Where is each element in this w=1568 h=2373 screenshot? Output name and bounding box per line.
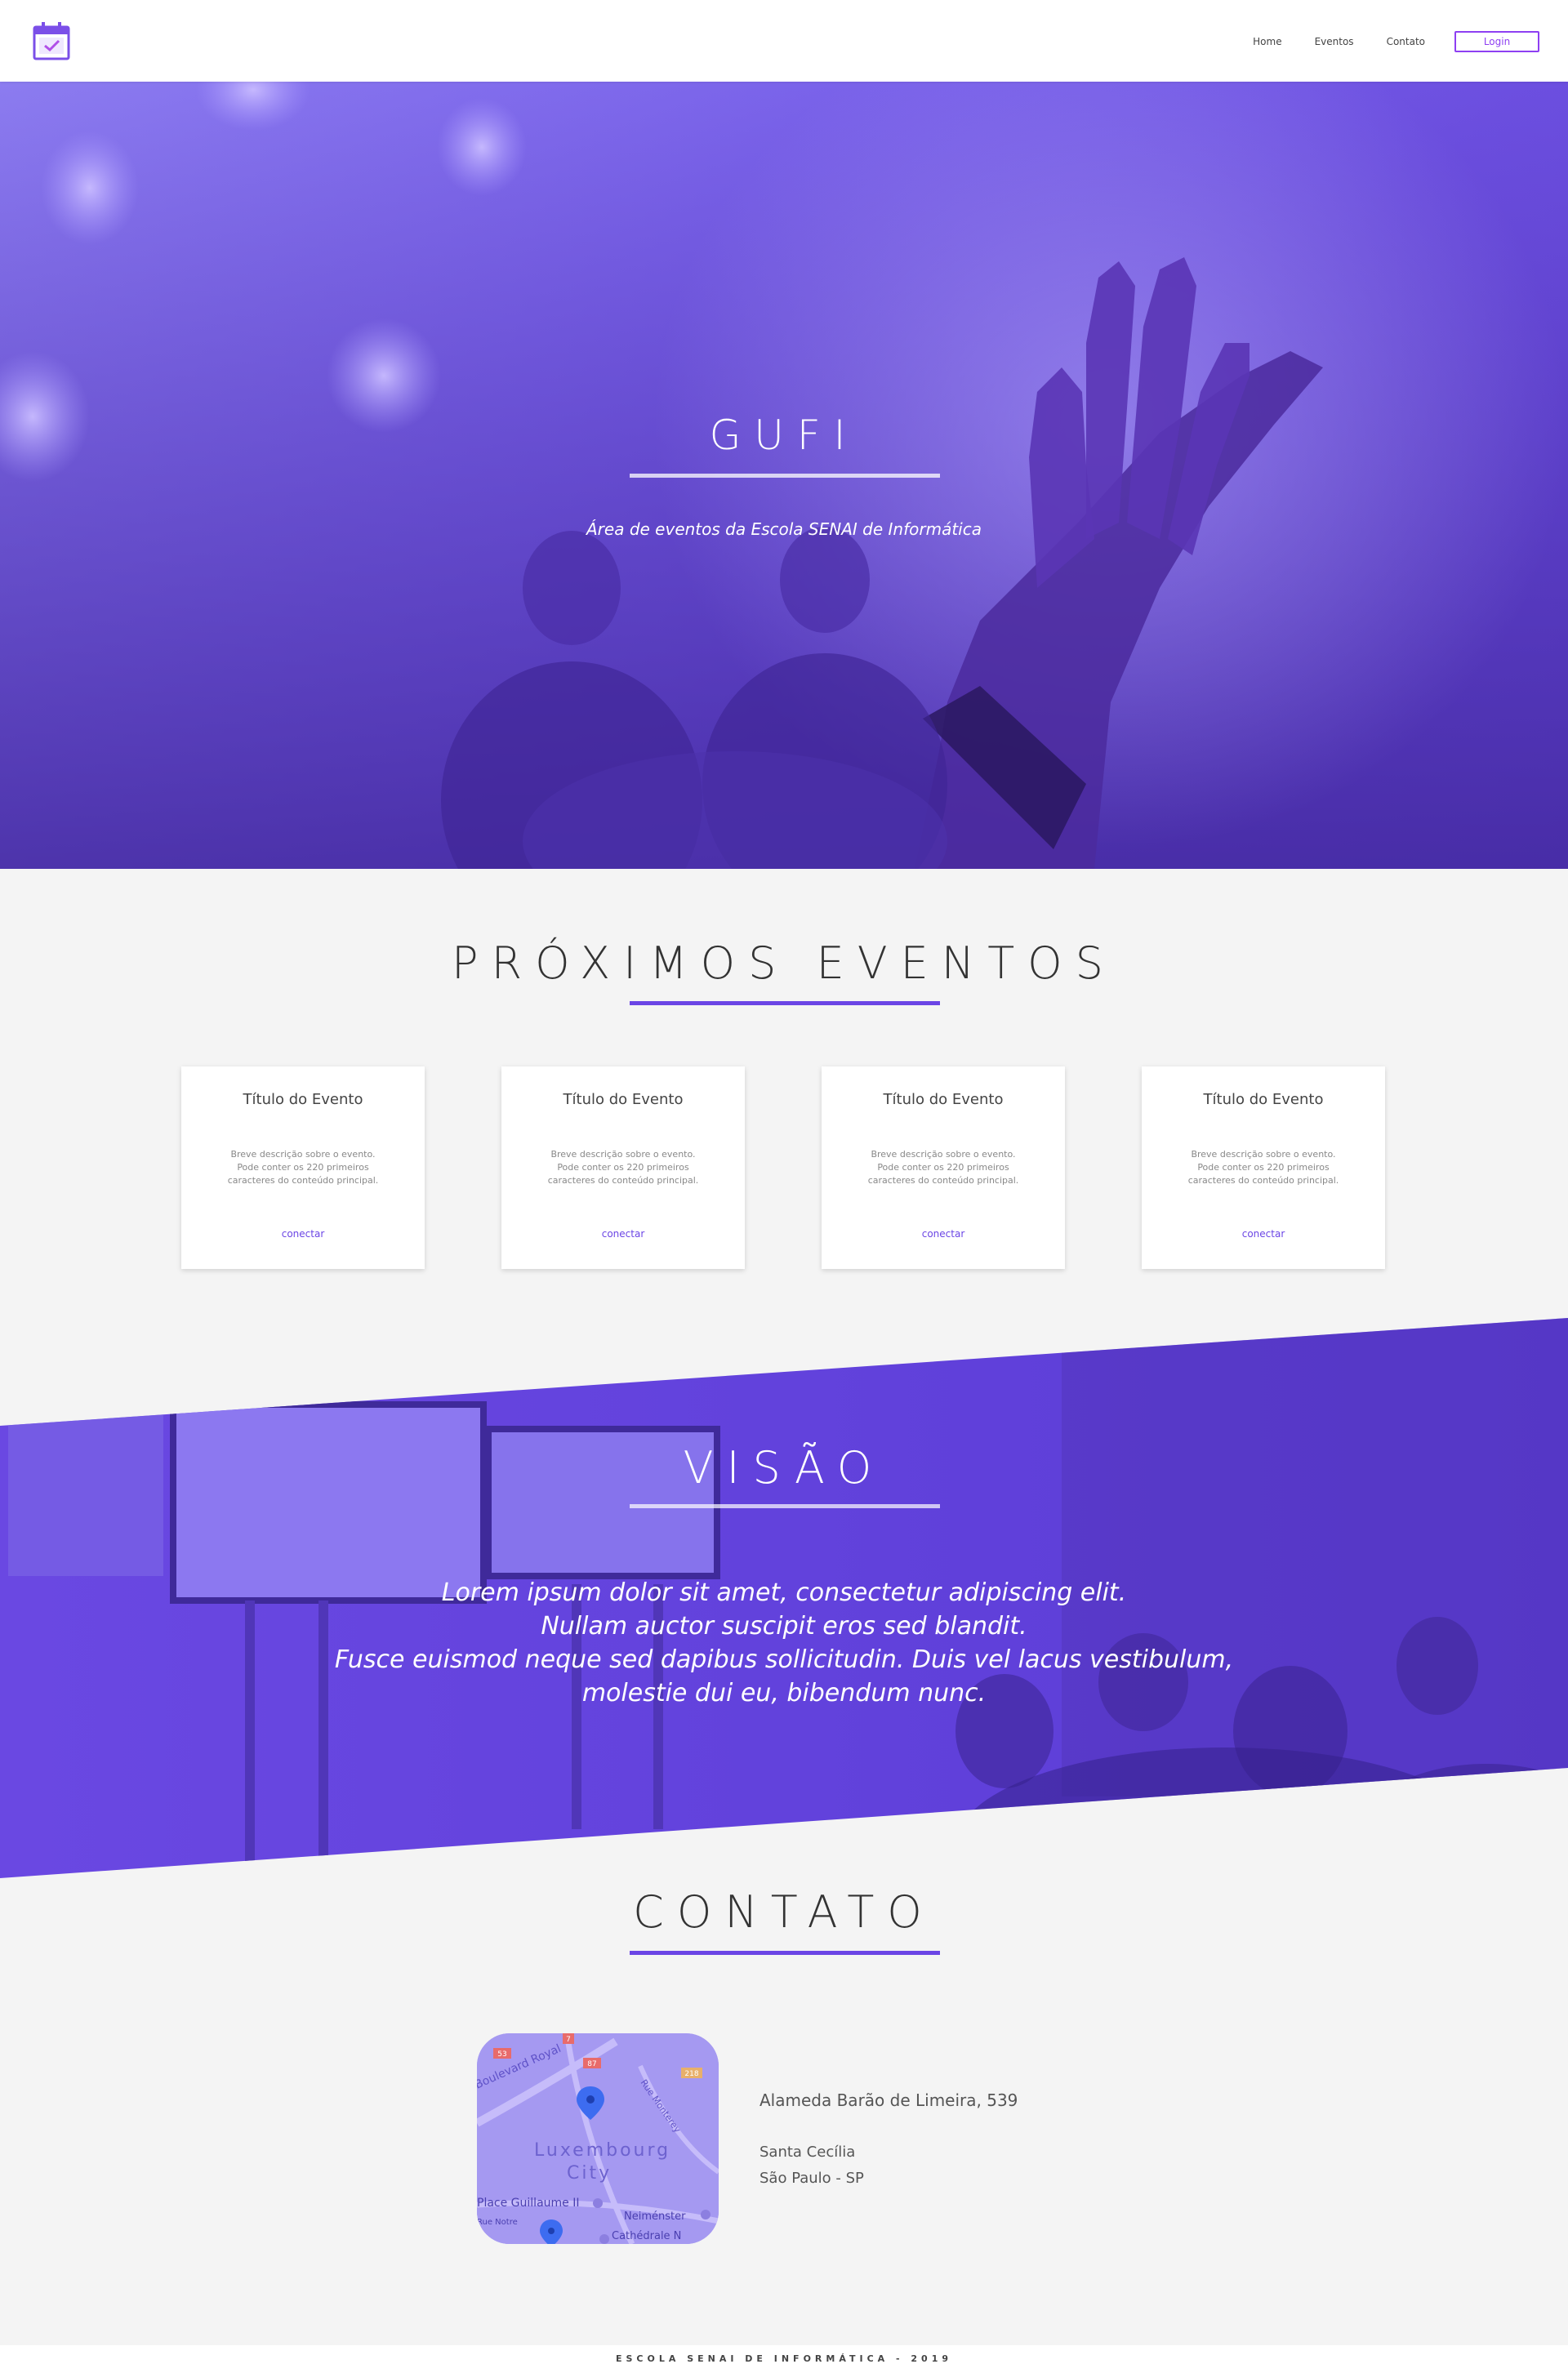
vision-line: Lorem ipsum dolor sit amet, consectetur …: [441, 1578, 1127, 1607]
events-title-underline: [630, 1001, 940, 1005]
main-nav: Home Eventos Contato Login: [1220, 31, 1539, 52]
footer: ESCOLA SENAI DE INFORMÁTICA - 2019: [0, 2345, 1568, 2373]
event-card: Título do Evento Breve descrição sobre o…: [822, 1066, 1065, 1269]
event-card-title: Título do Evento: [883, 1091, 1004, 1108]
map-label: Rue Notre: [477, 2218, 518, 2227]
hero-subtitle: Área de eventos da Escola SENAI de Infor…: [586, 519, 982, 539]
hero-divider: [630, 474, 940, 478]
hero-title: GUFI: [709, 412, 859, 459]
event-card-connect-link[interactable]: conectar: [501, 1228, 745, 1240]
contact-neighborhood: Santa Cecília: [760, 2144, 856, 2161]
vision-text: Lorem ipsum dolor sit amet, consectetur …: [294, 1576, 1274, 1710]
events-section-title: PRÓXIMOS EVENTOS: [452, 937, 1116, 989]
event-card: Título do Evento Breve descrição sobre o…: [1142, 1066, 1385, 1269]
road-badge: 7: [566, 2036, 571, 2044]
map-label: City: [567, 2163, 612, 2184]
event-card-description: Breve descrição sobre o evento. Pode con…: [547, 1149, 699, 1186]
location-map[interactable]: 53 87 7 218 Boulevard Royal Rue Monterey…: [477, 2033, 719, 2244]
map-label: Luxembourg: [534, 2140, 670, 2161]
event-card-title: Título do Evento: [243, 1091, 363, 1108]
vision-line: molestie dui eu, bibendum nunc.: [581, 1679, 987, 1707]
vision-section-title: VISÃO: [683, 1442, 885, 1494]
nav-eventos-link[interactable]: Eventos: [1315, 32, 1354, 51]
event-card-connect-link[interactable]: conectar: [822, 1228, 1065, 1240]
event-card: Título do Evento Breve descrição sobre o…: [181, 1066, 425, 1269]
vision-line: Nullam auctor suscipit eros sed blandit.: [541, 1612, 1027, 1641]
map-label: Place Guillaume II: [477, 2197, 579, 2210]
event-card-title: Título do Evento: [1203, 1091, 1324, 1108]
event-card-description: Breve descrição sobre o evento. Pode con…: [227, 1149, 379, 1186]
contact-address: Alameda Barão de Limeira, 539: [760, 2090, 1018, 2110]
map-image: 53 87 7 218 Boulevard Royal Rue Monterey…: [477, 2033, 719, 2244]
contact-location: Santa Cecília São Paulo - SP: [760, 2139, 864, 2192]
nav-home-link[interactable]: Home: [1253, 32, 1281, 51]
event-card-description: Breve descrição sobre o evento. Pode con…: [867, 1149, 1019, 1186]
road-badge: 53: [497, 2050, 506, 2059]
calendar-check-icon[interactable]: [33, 21, 70, 60]
login-button[interactable]: Login: [1454, 31, 1539, 52]
road-badge: 218: [684, 2070, 698, 2078]
contact-section-title: CONTATO: [633, 1886, 935, 1938]
contact-title-underline: [630, 1951, 940, 1955]
event-card: Título do Evento Breve descrição sobre o…: [501, 1066, 745, 1269]
event-card-connect-link[interactable]: conectar: [1142, 1228, 1385, 1240]
event-card-title: Título do Evento: [563, 1091, 684, 1108]
hero-banner: GUFI Área de eventos da Escola SENAI de …: [0, 82, 1568, 869]
event-card-description: Breve descrição sobre o evento. Pode con…: [1187, 1149, 1339, 1186]
road-badge: 87: [587, 2060, 596, 2068]
map-label: Neiménster: [624, 2210, 686, 2223]
map-label: Cathédrale N: [612, 2230, 681, 2242]
vision-line: Fusce euismod neque sed dapibus sollicit…: [334, 1645, 1234, 1674]
event-card-connect-link[interactable]: conectar: [181, 1228, 425, 1240]
vision-title-underline: [630, 1504, 940, 1508]
nav-contato-link[interactable]: Contato: [1387, 32, 1425, 51]
contact-city: São Paulo - SP: [760, 2170, 864, 2187]
top-navbar: Home Eventos Contato Login: [0, 0, 1568, 82]
